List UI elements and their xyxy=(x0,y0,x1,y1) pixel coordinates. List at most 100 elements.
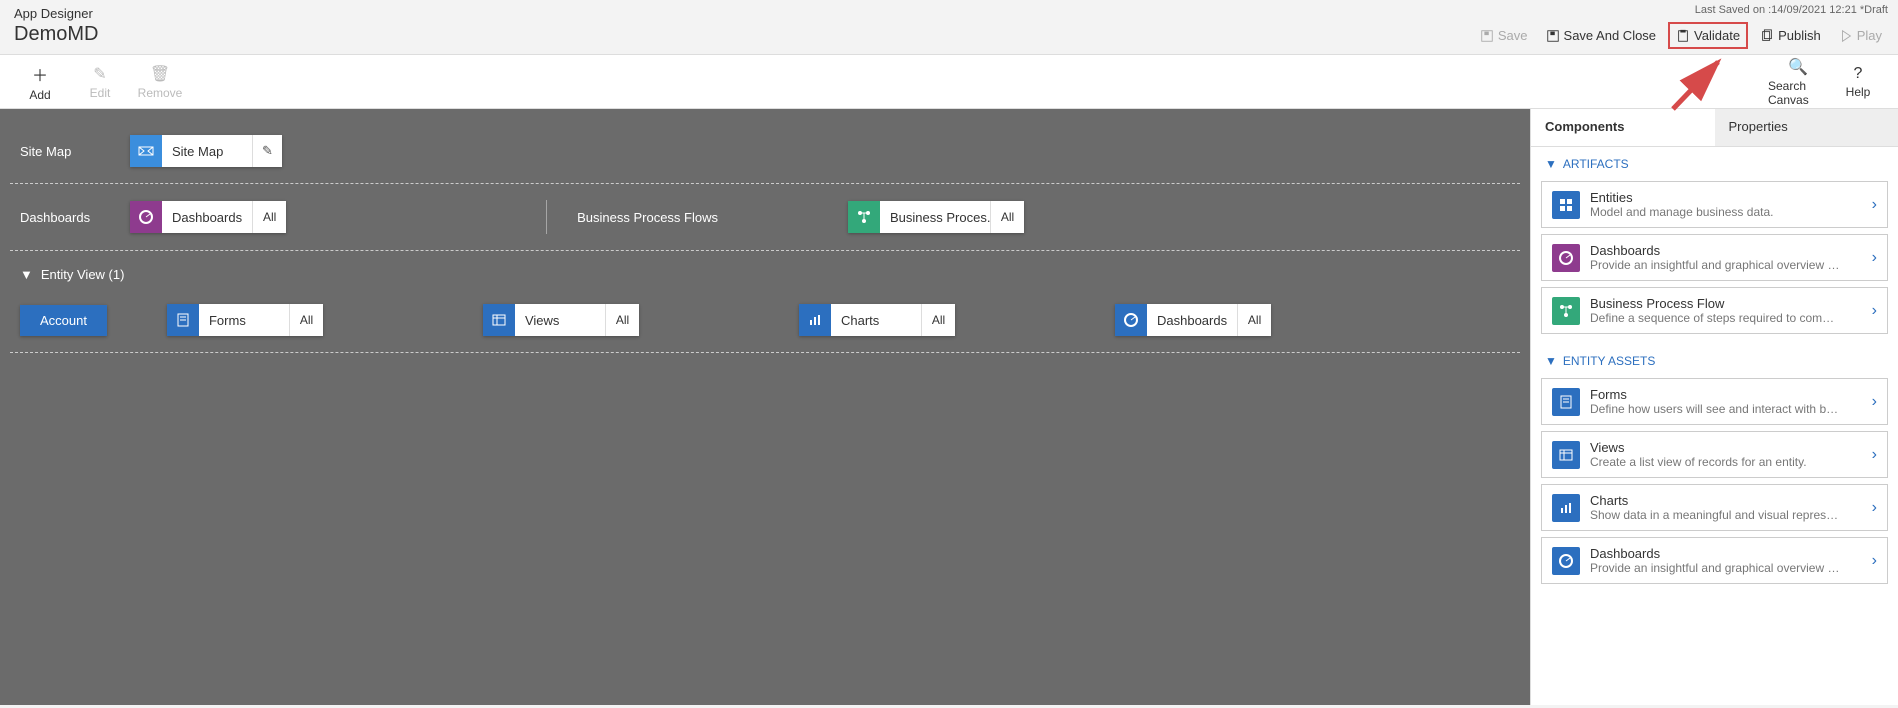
main-area: Site Map Site Map ✎ Dashboards Dashboard… xyxy=(0,109,1898,705)
last-saved-text: Last Saved on :14/09/2021 12:21 *Draft xyxy=(1695,4,1888,16)
dashboards-asset-title: Dashboards xyxy=(1590,546,1840,561)
validate-icon xyxy=(1676,29,1690,43)
ent-dashboards-count[interactable]: All xyxy=(1237,304,1271,336)
save-label: Save xyxy=(1498,28,1528,43)
dashboards-comp-title: Dashboards xyxy=(1590,243,1840,258)
help-icon: ? xyxy=(1854,65,1863,83)
help-button[interactable]: ? Help xyxy=(1828,65,1888,99)
chevron-right-icon: › xyxy=(1872,446,1877,464)
play-icon xyxy=(1839,29,1853,43)
sitemap-icon xyxy=(130,135,162,167)
dashboards-card-text: Dashboards xyxy=(162,201,252,233)
artifacts-section-header[interactable]: ▼ ARTIFACTS xyxy=(1531,147,1898,175)
bpf-icon xyxy=(1552,297,1580,325)
dashboards-comp-desc: Provide an insightful and graphical over… xyxy=(1590,258,1840,272)
search-icon: 🔍 xyxy=(1788,57,1808,77)
publish-label: Publish xyxy=(1778,28,1821,43)
component-dashboards-asset[interactable]: DashboardsProvide an insightful and grap… xyxy=(1541,537,1888,584)
save-icon xyxy=(1480,29,1494,43)
validate-button[interactable]: Validate xyxy=(1668,22,1748,49)
validate-label: Validate xyxy=(1694,28,1740,43)
bpf-label: Business Process Flows xyxy=(577,210,718,225)
dashboard-icon xyxy=(130,201,162,233)
bpf-count[interactable]: All xyxy=(990,201,1024,233)
save-button: Save xyxy=(1474,24,1534,47)
sitemap-card[interactable]: Site Map ✎ xyxy=(130,135,282,167)
toolbar: ＋ Add ✎ Edit 🗑 Remove 🔍 Search Canvas ? … xyxy=(0,55,1898,109)
sidebar: Components Properties ▼ ARTIFACTS Entiti… xyxy=(1530,109,1898,705)
charts-comp-desc: Show data in a meaningful and visual rep… xyxy=(1590,508,1840,522)
dashboard-icon xyxy=(1552,244,1580,272)
dashboard-icon xyxy=(1115,304,1147,336)
component-forms[interactable]: FormsDefine how users will see and inter… xyxy=(1541,378,1888,425)
entity-assets-section-header[interactable]: ▼ ENTITY ASSETS xyxy=(1531,344,1898,372)
entity-dashboards-card[interactable]: Dashboards All xyxy=(1115,304,1271,336)
chevron-down-icon: ▼ xyxy=(20,267,33,282)
dashboards-card[interactable]: Dashboards All xyxy=(130,201,286,233)
header-actions: Save Save And Close Validate Publish Pla… xyxy=(1474,22,1888,49)
divider xyxy=(546,200,547,234)
add-label: Add xyxy=(29,88,50,102)
dashboards-asset-desc: Provide an insightful and graphical over… xyxy=(1590,561,1840,575)
help-label: Help xyxy=(1846,85,1871,99)
bpf-card[interactable]: Business Proces... All xyxy=(848,201,1024,233)
charts-comp-title: Charts xyxy=(1590,493,1840,508)
sitemap-label: Site Map xyxy=(20,144,130,159)
plus-icon: ＋ xyxy=(32,62,48,86)
entity-view-header[interactable]: ▼ Entity View (1) xyxy=(10,251,1520,288)
bpf-card-text: Business Proces... xyxy=(880,201,990,233)
artifacts-list: EntitiesModel and manage business data. … xyxy=(1531,175,1898,344)
edit-label: Edit xyxy=(90,86,111,100)
component-bpf[interactable]: Business Process FlowDefine a sequence o… xyxy=(1541,287,1888,334)
artifacts-label: ARTIFACTS xyxy=(1563,157,1629,171)
forms-comp-title: Forms xyxy=(1590,387,1840,402)
chevron-right-icon: › xyxy=(1872,249,1877,267)
designer-canvas: Site Map Site Map ✎ Dashboards Dashboard… xyxy=(0,109,1530,705)
account-entity-card[interactable]: Account xyxy=(20,305,107,336)
chevron-down-icon: ▼ xyxy=(1545,157,1557,171)
remove-label: Remove xyxy=(138,86,183,100)
forms-icon xyxy=(167,304,199,336)
charts-icon xyxy=(1552,494,1580,522)
save-close-icon xyxy=(1546,29,1560,43)
forms-icon xyxy=(1552,388,1580,416)
entities-icon xyxy=(1552,191,1580,219)
charts-text: Charts xyxy=(831,304,921,336)
views-card[interactable]: Views All xyxy=(483,304,639,336)
sitemap-card-text: Site Map xyxy=(162,135,252,167)
sitemap-edit-button[interactable]: ✎ xyxy=(252,135,282,167)
charts-card[interactable]: Charts All xyxy=(799,304,955,336)
entity-assets-list: FormsDefine how users will see and inter… xyxy=(1531,372,1898,594)
search-label: Search Canvas xyxy=(1768,79,1828,107)
search-canvas-button[interactable]: 🔍 Search Canvas xyxy=(1768,57,1828,107)
save-and-close-button[interactable]: Save And Close xyxy=(1540,24,1663,47)
save-and-close-label: Save And Close xyxy=(1564,28,1657,43)
ent-dashboards-text: Dashboards xyxy=(1147,304,1237,336)
views-count[interactable]: All xyxy=(605,304,639,336)
add-button[interactable]: ＋ Add xyxy=(10,62,70,102)
dashboard-icon xyxy=(1552,547,1580,575)
bpf-icon xyxy=(848,201,880,233)
views-icon xyxy=(483,304,515,336)
forms-count[interactable]: All xyxy=(289,304,323,336)
dashboards-label: Dashboards xyxy=(20,210,130,225)
chevron-right-icon: › xyxy=(1872,552,1877,570)
publish-button[interactable]: Publish xyxy=(1754,24,1827,47)
dashboards-count[interactable]: All xyxy=(252,201,286,233)
forms-card[interactable]: Forms All xyxy=(167,304,323,336)
dashboards-row: Dashboards Dashboards All Business Proce… xyxy=(10,184,1520,251)
charts-count[interactable]: All xyxy=(921,304,955,336)
tab-components[interactable]: Components xyxy=(1531,109,1715,146)
chevron-right-icon: › xyxy=(1872,499,1877,517)
component-dashboards[interactable]: DashboardsProvide an insightful and grap… xyxy=(1541,234,1888,281)
entities-desc: Model and manage business data. xyxy=(1590,205,1773,219)
component-views[interactable]: ViewsCreate a list view of records for a… xyxy=(1541,431,1888,478)
tab-properties[interactable]: Properties xyxy=(1715,109,1898,146)
component-charts[interactable]: ChartsShow data in a meaningful and visu… xyxy=(1541,484,1888,531)
entity-view-label: Entity View (1) xyxy=(41,267,125,282)
views-comp-desc: Create a list view of records for an ent… xyxy=(1590,455,1807,469)
entity-account-row: Account Forms All Views All Charts xyxy=(10,288,1520,353)
component-entities[interactable]: EntitiesModel and manage business data. … xyxy=(1541,181,1888,228)
charts-icon xyxy=(799,304,831,336)
chevron-right-icon: › xyxy=(1872,393,1877,411)
